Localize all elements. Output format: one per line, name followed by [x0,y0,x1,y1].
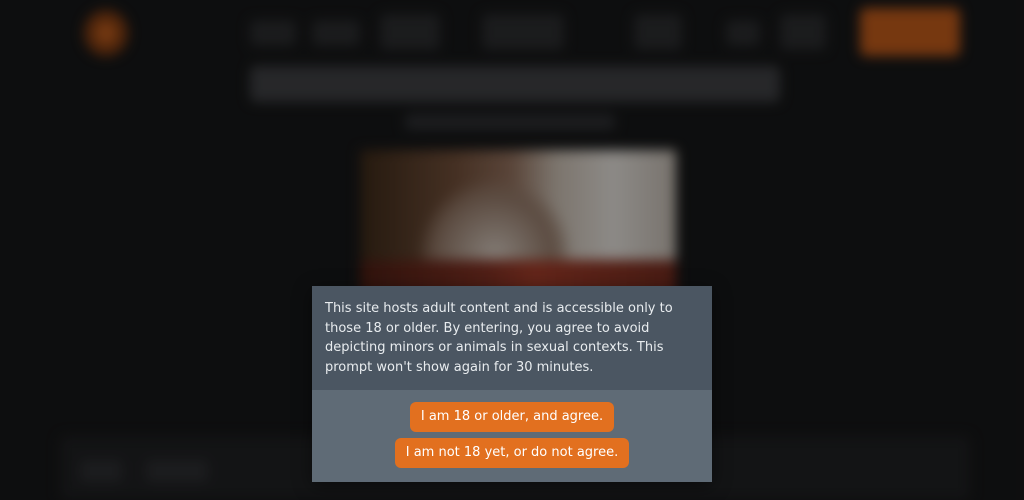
decline-button[interactable]: I am not 18 yet, or do not agree. [394,438,630,468]
age-verification-dialog: This site hosts adult content and is acc… [312,286,712,482]
agree-button[interactable]: I am 18 or older, and agree. [409,402,615,432]
page: ​ This site hosts adult content and is a… [0,0,1024,500]
age-warning-text: This site hosts adult content and is acc… [325,301,673,375]
dialog-body: This site hosts adult content and is acc… [312,286,712,390]
dialog-actions: I am 18 or older, and agree. I am not 18… [312,390,712,468]
